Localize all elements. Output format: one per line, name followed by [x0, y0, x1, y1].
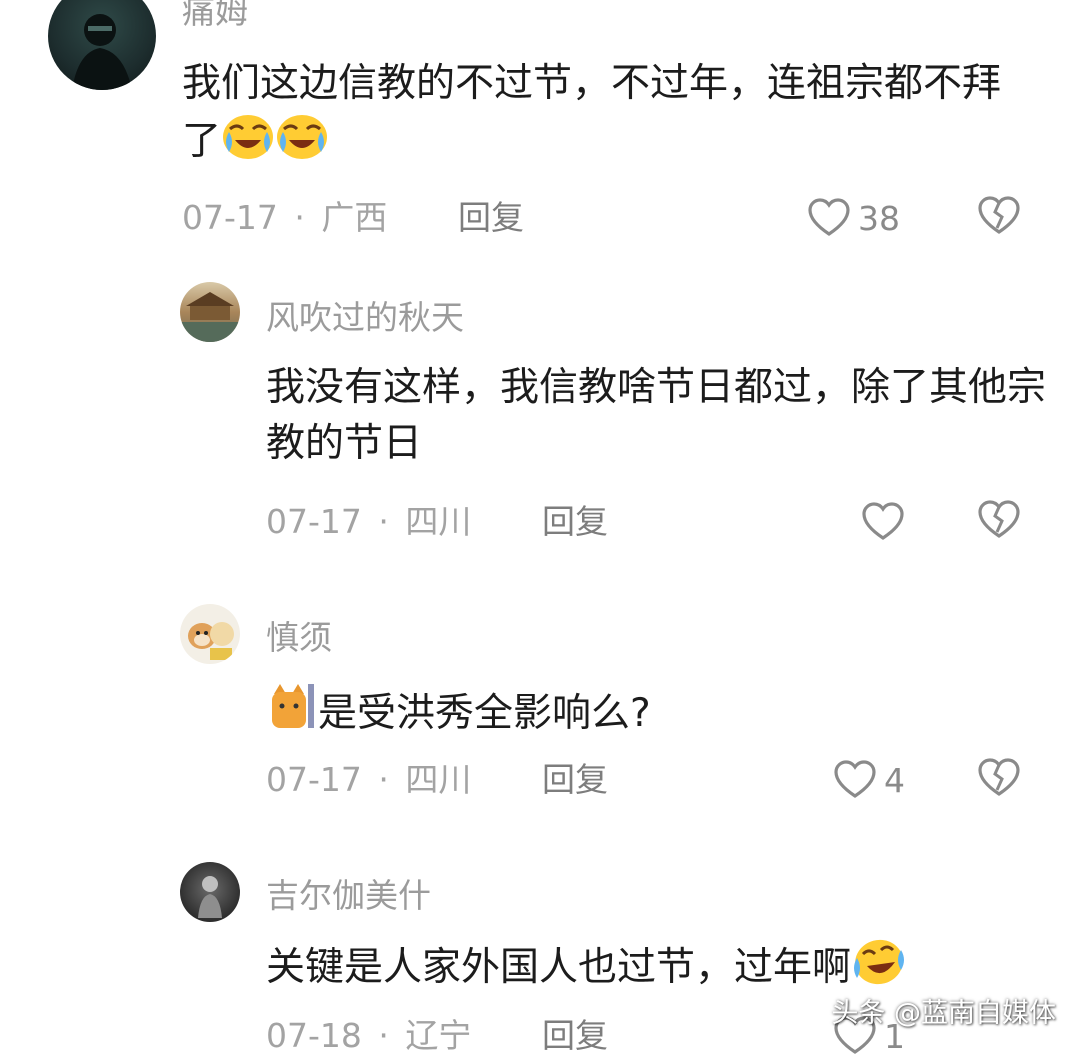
comment-date: 07-18: [266, 1016, 362, 1055]
comment-location: 四川: [405, 760, 472, 799]
avatar[interactable]: [180, 604, 240, 664]
reply-button[interactable]: 回复: [458, 198, 524, 238]
comment-2: 风吹过的秋天 我没有这样，我信教啥节日都过，除了其他宗教的节日 07-17 · …: [0, 260, 1080, 560]
meta-separator: ·: [378, 760, 389, 799]
heart-icon: [834, 760, 876, 798]
broken-heart-icon: [978, 758, 1020, 796]
comment-date: 07-17: [182, 198, 278, 237]
comment-location: 广西: [321, 198, 388, 237]
like-button[interactable]: 4: [834, 758, 905, 802]
comment-text-body: 我没有这样，我信教啥节日都过，除了其他宗教的节日: [266, 365, 1047, 466]
comment-date: 07-17: [266, 760, 362, 799]
reply-button[interactable]: 回复: [542, 502, 608, 542]
username[interactable]: 风吹过的秋天: [266, 298, 464, 338]
reply-button[interactable]: 回复: [542, 1016, 608, 1056]
avatar[interactable]: [180, 862, 240, 922]
dislike-button[interactable]: [978, 196, 1020, 240]
broken-heart-icon: [978, 196, 1020, 234]
comment-meta: 07-17 · 四川: [266, 760, 471, 800]
comment-location: 辽宁: [405, 1016, 472, 1055]
meta-separator: ·: [294, 198, 305, 237]
username[interactable]: 吉尔伽美什: [266, 876, 431, 916]
like-button[interactable]: [862, 500, 912, 544]
comment-meta: 07-18 · 辽宁: [266, 1016, 471, 1056]
username[interactable]: 痛姆: [182, 0, 248, 32]
comment-text-body: 是受洪秀全影响么?: [318, 691, 651, 736]
comment-text: 是受洪秀全影响么?: [266, 680, 1046, 742]
heart-icon: [808, 198, 850, 236]
avatar[interactable]: [48, 0, 156, 90]
comment-1: 痛姆 我们这边信教的不过节，不过年，连祖宗都不拜了 07-17 · 广西 回复 …: [0, 0, 1080, 260]
meta-separator: ·: [378, 1016, 389, 1055]
like-count: 38: [858, 198, 900, 238]
reply-button[interactable]: 回复: [542, 760, 608, 800]
comment-text: 我没有这样，我信教啥节日都过，除了其他宗教的节日: [266, 360, 1046, 472]
comment-date: 07-17: [266, 502, 362, 541]
crying-laughing-emoji: [277, 115, 328, 159]
comment-3: 慎须 是受洪秀全影响么? 07-17 · 四川 回复 4: [0, 560, 1080, 830]
dislike-button[interactable]: [978, 758, 1020, 802]
like-button[interactable]: 38: [808, 196, 900, 240]
like-count: 4: [884, 760, 905, 800]
dislike-button[interactable]: [978, 500, 1020, 544]
cat-sticker: [268, 682, 316, 730]
comment-location: 四川: [405, 502, 472, 541]
username[interactable]: 慎须: [266, 618, 332, 658]
comment-meta: 07-17 · 广西: [182, 198, 387, 238]
avatar[interactable]: [180, 282, 240, 342]
heart-icon: [862, 502, 904, 540]
comment-text-body: 关键是人家外国人也过节，过年啊: [266, 945, 852, 990]
meta-separator: ·: [378, 502, 389, 541]
comment-text: 关键是人家外国人也过节，过年啊: [266, 936, 1046, 996]
comment-meta: 07-17 · 四川: [266, 502, 471, 542]
broken-heart-icon: [978, 500, 1020, 538]
watermark: 头条 @蓝南自媒体: [831, 998, 1056, 1029]
laughing-crying-emoji: [854, 939, 905, 985]
crying-laughing-emoji: [223, 115, 274, 159]
comment-text: 我们这边信教的不过节，不过年，连祖宗都不拜了: [182, 56, 1002, 170]
